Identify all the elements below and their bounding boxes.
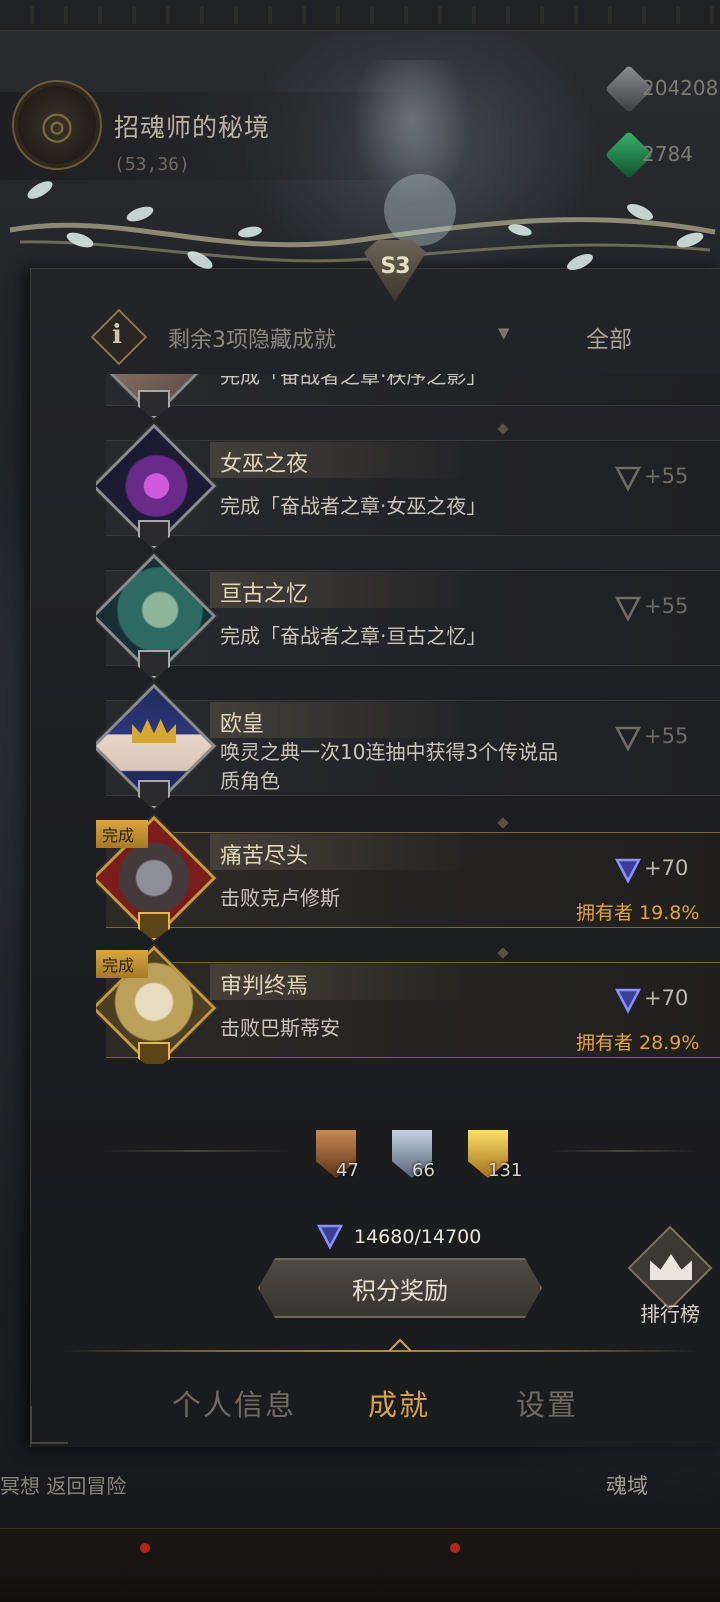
achievement-row[interactable]: 亘古之忆 完成「奋战者之章·亘古之忆」 +55 — [96, 553, 720, 679]
bronze-badge-counter: 47 — [308, 1130, 368, 1190]
achievement-desc: 完成「奋战者之章·亘古之忆」 — [220, 624, 487, 648]
completed-tag: 完成 — [96, 950, 148, 978]
divider-right — [548, 1150, 698, 1152]
achievement-points: +70 — [644, 986, 689, 1010]
panel-corner-ornament — [30, 1406, 68, 1444]
achievement-points: +55 — [644, 594, 689, 618]
filter-scope-all[interactable]: 全部 — [586, 320, 632, 354]
leaderboard-label: 排行榜 — [640, 1302, 700, 1326]
achievement-name: 亘古之忆 — [220, 582, 309, 607]
achievement-desc: 完成「奋战者之章·秩序之影」 — [220, 374, 487, 388]
gold-count: 131 — [488, 1160, 523, 1181]
top-ornament-strip — [0, 0, 720, 31]
soul-domain-button[interactable]: 魂域 — [606, 1470, 648, 1500]
emerald-count: 2784 — [642, 142, 693, 166]
tab-profile[interactable]: 个人信息 — [172, 1382, 296, 1424]
location-title: 招魂师的秘境 — [114, 113, 271, 142]
silver-rank-icon — [138, 390, 170, 418]
location-coordinates: (53,36) — [114, 154, 190, 175]
points-icon — [614, 988, 642, 1014]
season-label: S3 — [380, 253, 410, 279]
silver-badge-counter: 66 — [384, 1130, 444, 1190]
owner-percentage: 拥有者 28.9% — [576, 1032, 700, 1054]
silver-rank-icon — [138, 520, 170, 548]
gold-rank-icon — [138, 1042, 170, 1064]
achievement-desc: 击败克卢修斯 — [220, 886, 340, 910]
chevron-down-icon[interactable]: ▼ — [498, 324, 510, 342]
return-adventure-button[interactable]: 冥想 返回冒险 — [0, 1470, 126, 1499]
score-value: 14680/14700 — [354, 1226, 482, 1248]
location-emblem-icon[interactable]: ◎ — [12, 80, 102, 170]
achievement-list[interactable]: 完成「奋战者之章·秩序之影」 女巫之夜 完成「奋战者之章·女巫之夜」 +55 亘… — [96, 374, 720, 1064]
season-badge: S3 — [364, 240, 426, 302]
achievement-name: 女巫之夜 — [220, 452, 309, 477]
points-reward-button[interactable]: 积分奖励 — [258, 1258, 542, 1318]
bronze-count: 47 — [336, 1160, 359, 1181]
achievement-points: +55 — [644, 464, 689, 488]
achievement-row[interactable]: 完成 审判终焉 击败巴斯蒂安 +70 拥有者 28.9% — [96, 945, 720, 1064]
silver-rank-icon — [138, 780, 170, 808]
achievement-name: 欧皇 — [220, 712, 265, 737]
gold-rank-icon — [138, 912, 170, 940]
achievement-name: 审判终焉 — [220, 974, 309, 999]
points-icon — [614, 858, 642, 884]
gold-badge-counter: 131 — [460, 1130, 523, 1190]
points-icon — [614, 596, 642, 622]
bottom-frame — [0, 1528, 720, 1602]
achievement-name: 痛苦尽头 — [220, 844, 309, 869]
achievement-row[interactable]: 女巫之夜 完成「奋战者之章·女巫之夜」 +55 — [96, 423, 720, 549]
achievement-desc: 唤灵之典一次10连抽中获得3个传说品质角色 — [220, 740, 559, 793]
divider-left — [100, 1150, 290, 1152]
completed-tag: 完成 — [96, 820, 148, 848]
stone-count: 204208 — [642, 76, 719, 100]
points-icon — [316, 1224, 344, 1250]
hidden-achievements-filter[interactable]: 剩余3项隐藏成就 — [168, 322, 336, 354]
owner-percentage: 拥有者 19.8% — [576, 902, 700, 924]
leaderboard-button[interactable]: 排行榜 — [627, 1225, 720, 1328]
info-icon[interactable]: i — [90, 308, 148, 366]
silver-rank-icon — [138, 650, 170, 678]
achievement-points: +70 — [644, 856, 689, 880]
achievement-row[interactable]: 完成「奋战者之章·秩序之影」 — [96, 374, 720, 419]
achievement-desc: 击败巴斯蒂安 — [220, 1016, 340, 1040]
silver-count: 66 — [412, 1160, 435, 1181]
tab-settings[interactable]: 设置 — [516, 1382, 578, 1424]
tab-achievements[interactable]: 成就 — [368, 1382, 430, 1424]
points-icon — [614, 466, 642, 492]
achievement-row[interactable]: 欧皇 唤灵之典一次10连抽中获得3个传说品质角色 +55 — [96, 683, 720, 809]
points-icon — [614, 726, 642, 752]
character-portrait — [346, 60, 476, 210]
achievement-row[interactable]: 完成 痛苦尽头 击败克卢修斯 +70 拥有者 19.8% — [96, 815, 720, 941]
achievement-desc: 完成「奋战者之章·女巫之夜」 — [220, 494, 487, 518]
achievement-points: +55 — [644, 724, 689, 748]
tab-divider — [60, 1350, 700, 1352]
